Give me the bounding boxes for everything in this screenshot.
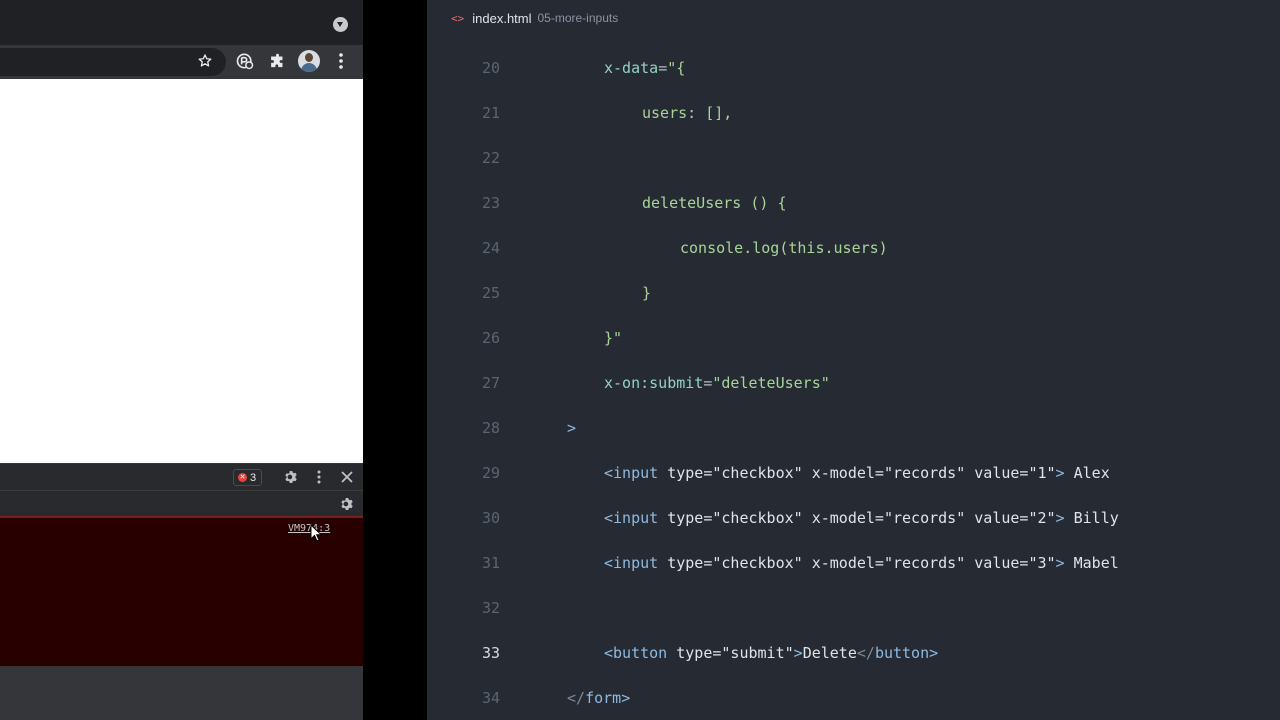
line-number: 32 [481, 598, 500, 617]
error-icon: ✕ [238, 473, 247, 482]
code-text: </form> [567, 688, 631, 707]
code-line[interactable]: 25} [427, 270, 1280, 315]
code-line[interactable]: 33 <button type="submit">Delete</button> [427, 630, 1280, 675]
code-text: <input type="checkbox" x-model="records"… [604, 553, 1119, 572]
folder-name: 05-more-inputs [537, 11, 619, 25]
more-vert-icon[interactable] [309, 467, 329, 487]
code-line[interactable]: 22 [427, 135, 1280, 180]
code-text: > [567, 418, 577, 437]
line-number: 34 [481, 688, 500, 707]
line-number: 29 [481, 463, 500, 482]
code-line[interactable]: 23 deleteUsers () { [427, 180, 1280, 225]
line-number: 21 [481, 103, 500, 122]
page-viewport[interactable] [0, 79, 363, 463]
line-number: 33 [481, 643, 500, 662]
console-toolbar [0, 491, 363, 517]
line-number: 30 [481, 508, 500, 527]
code-line[interactable]: 27 x-on:submit="deleteUsers" [427, 360, 1280, 405]
code-text: x-on:submit="deleteUsers" [604, 373, 830, 392]
line-number: 22 [481, 148, 500, 167]
avatar [298, 50, 320, 72]
browser-window: ✕ 3 VM974:3 [0, 0, 363, 720]
code-text: }" [604, 328, 623, 347]
code-text: <input type="checkbox" x-model="records"… [604, 508, 1119, 527]
line-number: 31 [481, 553, 500, 572]
code-line[interactable]: 31 <input type="checkbox" x-model="record… [427, 540, 1280, 585]
line-number: 27 [481, 373, 500, 392]
file-name: index.html [472, 10, 532, 26]
editor-tab[interactable]: <> index.html 05-more-inputs [427, 0, 1280, 36]
code-text: users: [], [642, 103, 733, 122]
code-text: } [642, 283, 652, 302]
close-icon[interactable] [337, 467, 357, 487]
code-line[interactable]: 29 <input type="checkbox" x-model="record… [427, 450, 1280, 495]
console-error-message: VM974:3 [0, 518, 363, 666]
devtools-toolbar: ✕ 3 [0, 464, 363, 491]
line-number: 28 [481, 418, 500, 437]
console-empty-area [0, 666, 363, 720]
line-number: 25 [481, 283, 500, 302]
star-icon[interactable] [193, 49, 217, 73]
gear-icon[interactable] [337, 494, 357, 514]
code-line[interactable]: 34 </form> [427, 675, 1280, 720]
browser-toolbar [0, 45, 363, 78]
error-count: 3 [250, 471, 257, 484]
code-line[interactable]: 28 > [427, 405, 1280, 450]
file-code-icon: <> [451, 11, 465, 25]
code-text: deleteUsers () { [642, 193, 787, 212]
mouse-cursor-icon [310, 524, 322, 542]
code-text: x-data="{ [604, 58, 686, 77]
profile-button[interactable] [297, 49, 321, 73]
line-number: 24 [481, 238, 500, 257]
code-line[interactable]: 20 x-data="{ [427, 45, 1280, 90]
code-editor: <> index.html 05-more-inputs 20 x-data="{… [427, 0, 1280, 720]
code-text: <button type="submit">Delete</button> [604, 643, 939, 662]
code-line[interactable]: 21 users: [], [427, 90, 1280, 135]
extension-icon[interactable] [233, 49, 257, 73]
tab-strip [0, 0, 363, 45]
code-line[interactable]: 32 [427, 585, 1280, 630]
line-number: 20 [481, 58, 500, 77]
error-count-badge[interactable]: ✕ 3 [233, 469, 263, 486]
gear-icon[interactable] [281, 467, 301, 487]
code-line[interactable]: 30 <input type="checkbox" x-model="record… [427, 495, 1280, 540]
code-text: <input type="checkbox" x-model="records"… [604, 463, 1110, 482]
code-area[interactable]: 20 x-data="{ 21 users: [], 22 23 deleteUsers (… [427, 45, 1280, 720]
more-vert-icon[interactable] [329, 49, 353, 73]
screen-gap [363, 0, 427, 720]
line-number: 26 [481, 328, 500, 347]
puzzle-icon[interactable] [265, 49, 289, 73]
code-line[interactable]: 24 console.log(this.users) [427, 225, 1280, 270]
line-number: 23 [481, 193, 500, 212]
chevron-down-icon[interactable] [333, 17, 348, 32]
code-text: console.log(this.users) [680, 238, 888, 257]
code-line[interactable]: 26 }" [427, 315, 1280, 360]
